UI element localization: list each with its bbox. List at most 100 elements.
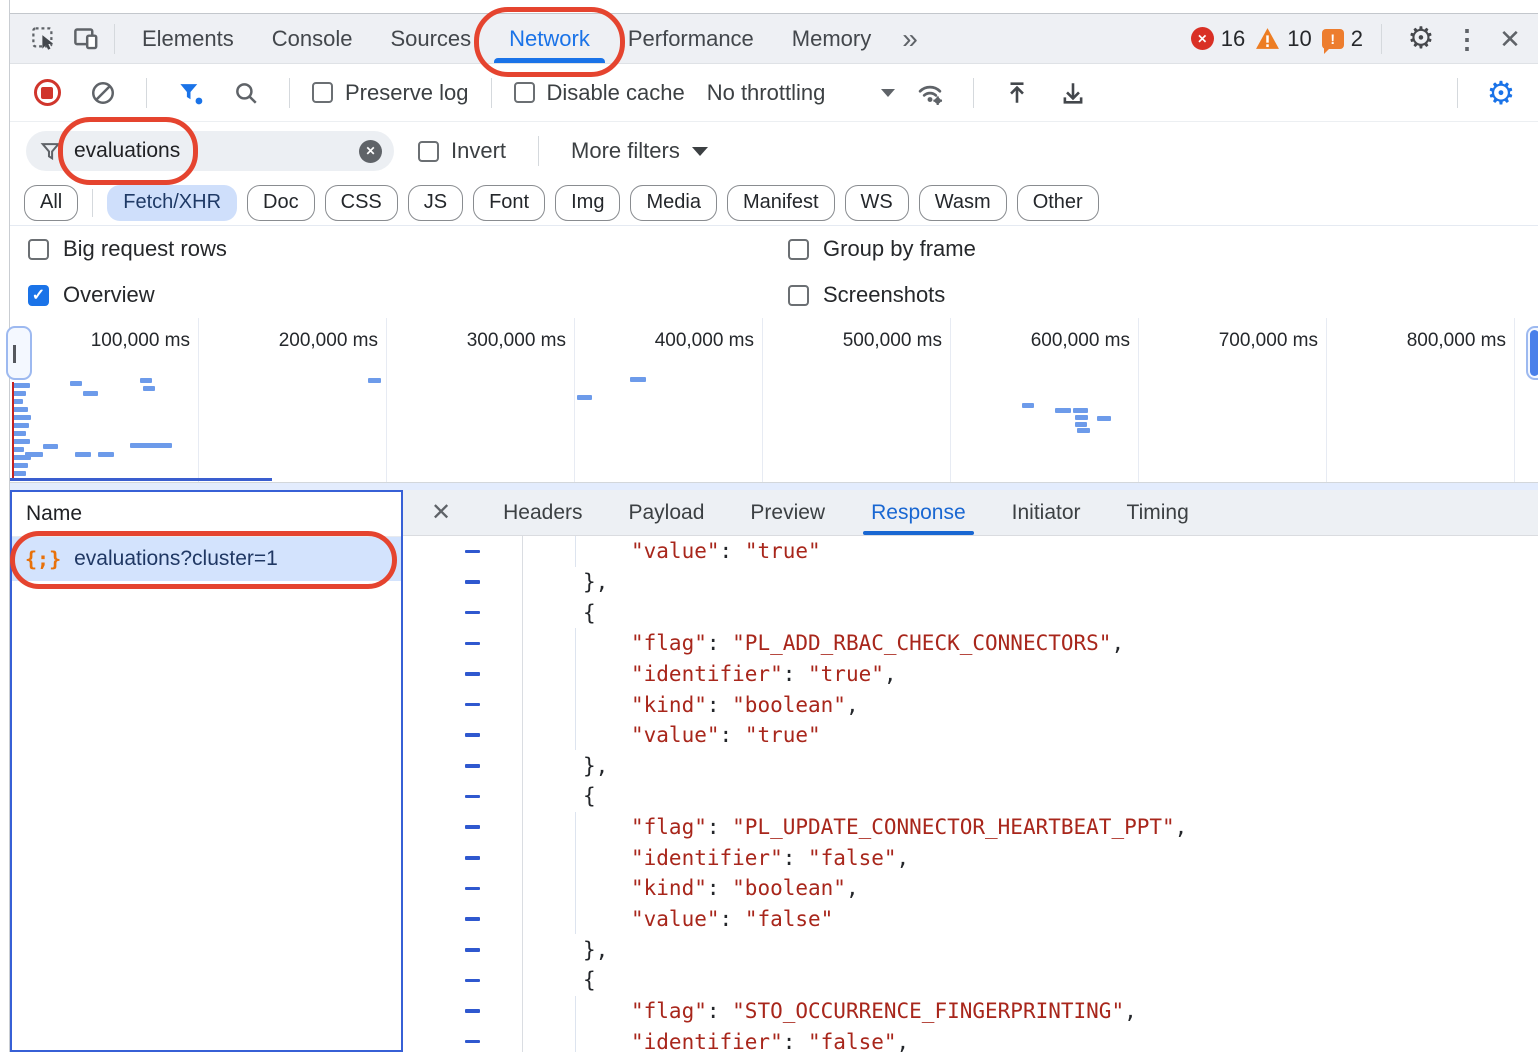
divider — [92, 189, 93, 217]
detail-tab-initiator[interactable]: Initiator — [1012, 490, 1081, 535]
divider — [491, 78, 492, 108]
active-tab-underline — [494, 58, 605, 63]
network-overview-timeline[interactable]: 100,000 ms200,000 ms300,000 ms400,000 ms… — [10, 318, 1538, 483]
request-row[interactable]: {;}evaluations?cluster=1 — [12, 537, 401, 581]
overview-option[interactable]: ✓ Overview — [28, 272, 155, 318]
detail-tab-headers[interactable]: Headers — [503, 490, 582, 535]
filter-input[interactable]: evaluations — [74, 139, 180, 163]
filter-chip-wasm[interactable]: Wasm — [919, 185, 1007, 221]
chevron-down-icon — [881, 89, 895, 97]
warning-count-badge[interactable]: 10 — [1255, 26, 1311, 52]
filter-chip-img[interactable]: Img — [555, 185, 620, 221]
disable-cache-option[interactable]: Disable cache — [514, 80, 685, 106]
filter-chip-all[interactable]: All — [24, 185, 78, 221]
name-column-header[interactable]: Name — [26, 502, 82, 526]
timeline-tick-label: 600,000 ms — [946, 330, 1130, 352]
clear-network-log-button[interactable] — [82, 73, 124, 113]
indent-guide — [575, 996, 576, 1027]
preserve-log-checkbox[interactable] — [312, 82, 333, 103]
detail-tab-preview[interactable]: Preview — [750, 490, 825, 535]
disable-cache-checkbox[interactable] — [514, 82, 535, 103]
timeline-gridline — [1514, 318, 1515, 482]
overview-left-grip[interactable] — [6, 326, 32, 380]
response-line: }, — [403, 750, 1538, 781]
search-button[interactable] — [225, 73, 267, 113]
overview-right-grip[interactable] — [1526, 326, 1538, 380]
screenshots-checkbox[interactable] — [788, 285, 809, 306]
filter-input-pill[interactable]: evaluations ✕ — [26, 131, 394, 171]
preserve-log-option[interactable]: Preserve log — [312, 80, 469, 106]
detail-tab-response[interactable]: Response — [871, 490, 966, 535]
invert-filter-option[interactable]: Invert — [418, 138, 506, 164]
device-toolbar-button[interactable] — [64, 19, 106, 59]
response-line: { — [403, 965, 1538, 996]
response-code: "flag": "STO_OCCURRENCE_FINGERPRINTING", — [403, 999, 1137, 1023]
filter-chip-other[interactable]: Other — [1017, 185, 1099, 221]
clear-filter-button[interactable]: ✕ — [359, 140, 382, 163]
screenshots-option[interactable]: Screenshots — [788, 272, 945, 318]
filter-chip-ws[interactable]: WS — [845, 185, 909, 221]
issues-count-badge[interactable]: ! 2 — [1322, 26, 1363, 52]
divider — [289, 78, 290, 108]
requests-table-header[interactable]: Name — [12, 492, 401, 537]
response-line: "value": "true" — [403, 536, 1538, 567]
line-marker — [465, 795, 480, 799]
tab-elements[interactable]: Elements — [123, 14, 253, 63]
error-icon: ✕ — [1191, 27, 1214, 50]
resource-type-filter-chips: All Fetch/XHR Doc CSS JS Font Img Media Manifest… — [10, 180, 1538, 226]
network-request-bar — [13, 399, 23, 404]
timeline-tick-label: 200,000 ms — [194, 330, 378, 352]
more-tabs-button[interactable]: » — [890, 14, 930, 63]
tab-memory[interactable]: Memory — [773, 14, 890, 63]
tab-sources[interactable]: Sources — [371, 14, 490, 63]
inspect-element-button[interactable] — [22, 19, 64, 59]
network-conditions-button[interactable] — [909, 73, 951, 113]
customize-menu-button[interactable]: ⋮ — [1452, 19, 1482, 59]
big-request-rows-option[interactable]: Big request rows — [28, 226, 227, 272]
filter-toggle-button[interactable] — [169, 73, 211, 113]
tab-console[interactable]: Console — [253, 14, 372, 63]
line-marker — [465, 550, 480, 554]
tabbar-right-controls: ✕ 16 10 ! 2 ⚙ — [1191, 19, 1528, 59]
indent-guide — [575, 536, 576, 567]
invert-label: Invert — [451, 138, 506, 164]
response-code: { — [403, 968, 596, 992]
detail-tab-timing[interactable]: Timing — [1127, 490, 1189, 535]
filter-chip-js[interactable]: JS — [408, 185, 463, 221]
error-count-badge[interactable]: ✕ 16 — [1191, 26, 1245, 52]
close-devtools-button[interactable]: ✕ — [1492, 19, 1528, 59]
network-settings-button[interactable]: ⚙ — [1480, 73, 1522, 113]
throttling-select[interactable]: No throttling — [707, 80, 896, 106]
indent-guide — [575, 689, 576, 720]
divider — [114, 24, 115, 54]
timeline-tick-label: 100,000 ms — [10, 330, 190, 352]
record-network-log-button[interactable] — [26, 73, 68, 113]
close-detail-icon[interactable]: ✕ — [431, 498, 451, 527]
settings-gear-button[interactable]: ⚙ — [1400, 19, 1442, 59]
big-request-rows-checkbox[interactable] — [28, 239, 49, 260]
filter-chip-manifest[interactable]: Manifest — [727, 185, 835, 221]
filter-chip-css[interactable]: CSS — [325, 185, 398, 221]
devtools-panel: ElementsConsoleSourcesNetworkPerformance… — [10, 0, 1538, 1052]
tab-network[interactable]: Network — [490, 14, 609, 63]
overview-checkbox[interactable]: ✓ — [28, 285, 49, 306]
group-by-frame-option[interactable]: Group by frame — [788, 226, 976, 272]
response-viewer: "value": "true"},{"flag": "PL_ADD_RBAC_C… — [403, 536, 1538, 1052]
grip-handle — [1530, 330, 1538, 376]
filter-chip-fetch-xhr[interactable]: Fetch/XHR — [107, 185, 237, 221]
options-row-1: Big request rows Group by frame — [10, 226, 1538, 272]
invert-checkbox[interactable] — [418, 141, 439, 162]
more-filters-dropdown[interactable]: More filters — [571, 138, 708, 164]
filter-chip-doc[interactable]: Doc — [247, 185, 315, 221]
filter-chip-font[interactable]: Font — [473, 185, 545, 221]
network-request-bar — [13, 447, 24, 452]
tab-performance[interactable]: Performance — [609, 14, 773, 63]
filter-chip-media[interactable]: Media — [630, 185, 716, 221]
network-request-bar — [1055, 408, 1071, 413]
detail-tab-payload[interactable]: Payload — [629, 490, 705, 535]
import-har-button[interactable] — [996, 73, 1038, 113]
active-detail-tab-underline — [863, 531, 974, 536]
group-by-frame-checkbox[interactable] — [788, 239, 809, 260]
export-har-button[interactable] — [1052, 73, 1094, 113]
divider — [1457, 78, 1458, 108]
